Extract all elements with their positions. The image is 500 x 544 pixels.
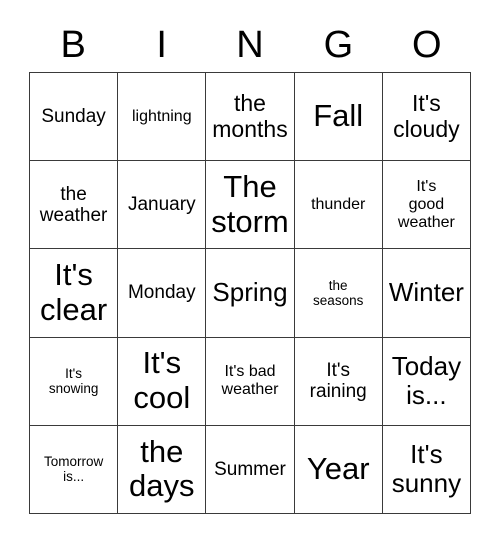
bingo-cell-label: the months — [212, 89, 288, 142]
bingo-cell[interactable]: Tomorrow is... — [30, 425, 119, 514]
bingo-cell[interactable]: It's raining — [294, 337, 383, 426]
bingo-cell-label: It's raining — [309, 359, 367, 403]
bingo-cell[interactable]: thunder — [294, 161, 383, 250]
bingo-header-letter-b: B — [60, 24, 86, 66]
bingo-cell[interactable]: lightning — [118, 73, 207, 162]
bingo-cell-label: lightning — [131, 107, 192, 125]
bingo-cell[interactable]: The storm — [206, 161, 295, 250]
bingo-cell-label: January — [127, 194, 196, 216]
bingo-cell[interactable]: January — [118, 161, 207, 250]
bingo-card: B I N G O Sunday lightning the months Fall I… — [0, 0, 500, 544]
bingo-cell[interactable]: Winter — [382, 249, 471, 338]
bingo-cell-label: It's good weather — [397, 177, 455, 231]
bingo-cell-label: the seasons — [313, 277, 364, 308]
bingo-cell-label: Summer — [214, 458, 286, 480]
bingo-cell[interactable]: Fall — [294, 73, 383, 162]
bingo-cell-label: It's sunny — [391, 439, 462, 499]
bingo-cell[interactable]: Year — [294, 425, 383, 514]
bingo-header-letter-i: I — [156, 24, 167, 66]
bingo-cell[interactable]: Spring — [206, 249, 295, 338]
bingo-cell[interactable]: Sunday — [30, 73, 119, 162]
bingo-cell[interactable]: the weather — [30, 161, 119, 250]
bingo-cell-label: Fall — [313, 98, 364, 134]
bingo-cell-label: the days — [129, 433, 195, 504]
bingo-cell[interactable]: It's cool — [118, 337, 207, 426]
bingo-cell[interactable]: It's cloudy — [382, 73, 471, 162]
bingo-header-letter-n: N — [236, 24, 264, 66]
bingo-header-row: B I N G O — [29, 18, 471, 72]
bingo-cell[interactable]: Monday — [118, 249, 207, 338]
bingo-cell[interactable]: the days — [118, 425, 207, 514]
bingo-cell-label: Tomorrow is... — [43, 454, 104, 485]
bingo-cell-label: Spring — [212, 277, 288, 308]
bingo-cell[interactable]: It's sunny — [382, 425, 471, 514]
bingo-cell-label: It's cool — [133, 345, 191, 416]
bingo-header-letter-o: O — [412, 24, 442, 66]
bingo-header-letter-g: G — [323, 24, 354, 66]
bingo-cell-label: It's bad weather — [221, 363, 279, 399]
bingo-cell[interactable]: Today is... — [382, 337, 471, 426]
bingo-cell-label: The storm — [211, 169, 289, 239]
bingo-cell-label: Monday — [127, 282, 196, 304]
bingo-cell-label: thunder — [311, 195, 366, 213]
bingo-cell[interactable]: the seasons — [294, 249, 383, 338]
bingo-cell[interactable]: It's bad weather — [206, 337, 295, 426]
bingo-cell-label: Year — [306, 451, 370, 487]
bingo-cell-label: It's cloudy — [393, 89, 460, 142]
bingo-cell[interactable]: Summer — [206, 425, 295, 514]
bingo-cell-label: the weather — [39, 183, 108, 226]
bingo-cell-label: Sunday — [41, 105, 106, 127]
bingo-cell[interactable]: the months — [206, 73, 295, 162]
bingo-cell-label: It's snowing — [48, 366, 99, 397]
bingo-cell[interactable]: It's snowing — [30, 337, 119, 426]
bingo-cell-label: It's clear — [39, 257, 108, 327]
bingo-grid: Sunday lightning the months Fall It's cloudy… — [29, 72, 471, 514]
bingo-cell[interactable]: It's good weather — [382, 161, 471, 250]
bingo-cell-label: Today is... — [391, 351, 462, 411]
bingo-cell[interactable]: It's clear — [30, 249, 119, 338]
bingo-cell-label: Winter — [388, 277, 464, 308]
